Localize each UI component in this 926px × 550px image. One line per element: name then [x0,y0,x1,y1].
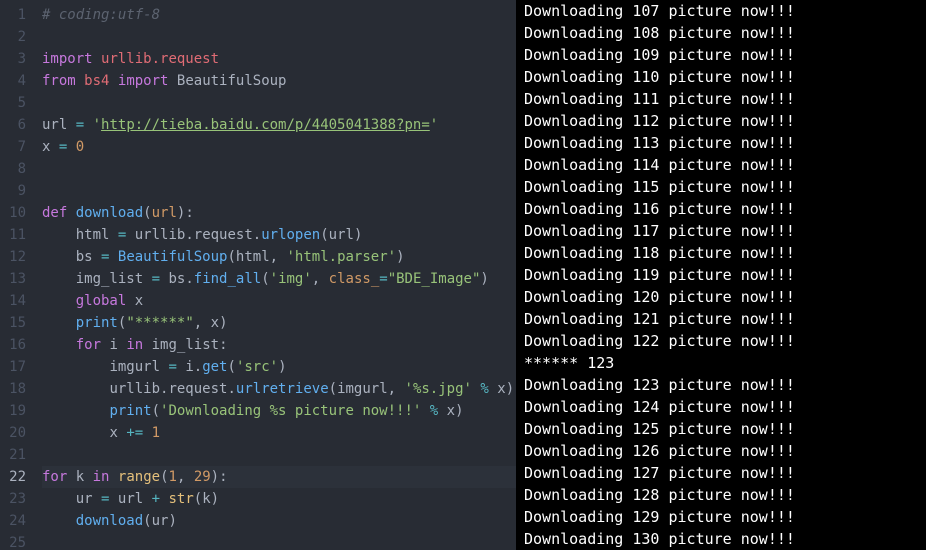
terminal-line: Downloading 130 picture now!!! [524,528,926,550]
terminal-line: Downloading 109 picture now!!! [524,44,926,66]
line-number: 4 [0,70,36,92]
code-line[interactable]: url = 'http://tieba.baidu.com/p/44050413… [42,114,516,136]
code-line[interactable]: # coding:utf-8 [42,4,516,26]
terminal-line: Downloading 110 picture now!!! [524,66,926,88]
terminal-output[interactable]: Downloading 107 picture now!!!Downloadin… [516,0,926,550]
code-line[interactable]: def download(url): [42,202,516,224]
code-line[interactable]: print('Downloading %s picture now!!!' % … [42,400,516,422]
terminal-line: Downloading 128 picture now!!! [524,484,926,506]
line-number: 19 [0,400,36,422]
terminal-line: Downloading 112 picture now!!! [524,110,926,132]
terminal-line: Downloading 107 picture now!!! [524,0,926,22]
terminal-line: Downloading 121 picture now!!! [524,308,926,330]
code-line[interactable]: global x [42,290,516,312]
code-line[interactable]: x = 0 [42,136,516,158]
terminal-line: ****** 123 [524,352,926,374]
terminal-line: Downloading 117 picture now!!! [524,220,926,242]
terminal-line: Downloading 125 picture now!!! [524,418,926,440]
code-line[interactable]: print("******", x) [42,312,516,334]
code-line[interactable]: from bs4 import BeautifulSoup [42,70,516,92]
terminal-line: Downloading 115 picture now!!! [524,176,926,198]
code-line[interactable]: import urllib.request [42,48,516,70]
line-number: 8 [0,158,36,180]
code-line[interactable]: for i in img_list: [42,334,516,356]
terminal-line: Downloading 111 picture now!!! [524,88,926,110]
line-number: 13 [0,268,36,290]
line-number: 6 [0,114,36,136]
code-editor[interactable]: 1234567891011121314151617181920212223242… [0,0,516,550]
code-line[interactable]: download(ur) [42,510,516,532]
line-number: 9 [0,180,36,202]
code-line[interactable]: bs = BeautifulSoup(html, 'html.parser') [42,246,516,268]
line-number: 20 [0,422,36,444]
code-line[interactable] [42,92,516,114]
line-number: 1 [0,4,36,26]
terminal-line: Downloading 129 picture now!!! [524,506,926,528]
terminal-line: Downloading 122 picture now!!! [524,330,926,352]
line-number: 12 [0,246,36,268]
line-number: 21 [0,444,36,466]
code-line[interactable]: img_list = bs.find_all('img', class_="BD… [42,268,516,290]
terminal-line: Downloading 120 picture now!!! [524,286,926,308]
code-line[interactable]: for k in range(1, 29): [42,466,516,488]
terminal-line: Downloading 118 picture now!!! [524,242,926,264]
code-line[interactable] [42,158,516,180]
terminal-line: Downloading 127 picture now!!! [524,462,926,484]
line-number: 22 [0,466,36,488]
line-number: 2 [0,26,36,48]
code-line[interactable]: imgurl = i.get('src') [42,356,516,378]
code-line[interactable]: urllib.request.urlretrieve(imgurl, '%s.j… [42,378,516,400]
terminal-line: Downloading 126 picture now!!! [524,440,926,462]
terminal-line: Downloading 108 picture now!!! [524,22,926,44]
code-line[interactable]: x += 1 [42,422,516,444]
line-number: 14 [0,290,36,312]
terminal-line: Downloading 123 picture now!!! [524,374,926,396]
code-line[interactable]: ur = url + str(k) [42,488,516,510]
line-number: 23 [0,488,36,510]
terminal-line: Downloading 119 picture now!!! [524,264,926,286]
line-number: 17 [0,356,36,378]
line-number: 25 [0,532,36,550]
terminal-line: Downloading 124 picture now!!! [524,396,926,418]
code-line[interactable] [42,532,516,550]
line-number: 11 [0,224,36,246]
line-number: 24 [0,510,36,532]
code-line[interactable] [42,444,516,466]
line-number: 5 [0,92,36,114]
terminal-line: Downloading 113 picture now!!! [524,132,926,154]
line-number: 7 [0,136,36,158]
code-line[interactable] [42,180,516,202]
line-number-gutter: 1234567891011121314151617181920212223242… [0,0,36,550]
terminal-line: Downloading 116 picture now!!! [524,198,926,220]
terminal-line: Downloading 114 picture now!!! [524,154,926,176]
line-number: 3 [0,48,36,70]
code-line[interactable] [42,26,516,48]
line-number: 16 [0,334,36,356]
line-number: 10 [0,202,36,224]
code-area[interactable]: # coding:utf-8 import urllib.requestfrom… [36,0,516,550]
line-number: 18 [0,378,36,400]
code-line[interactable]: html = urllib.request.urlopen(url) [42,224,516,246]
line-number: 15 [0,312,36,334]
